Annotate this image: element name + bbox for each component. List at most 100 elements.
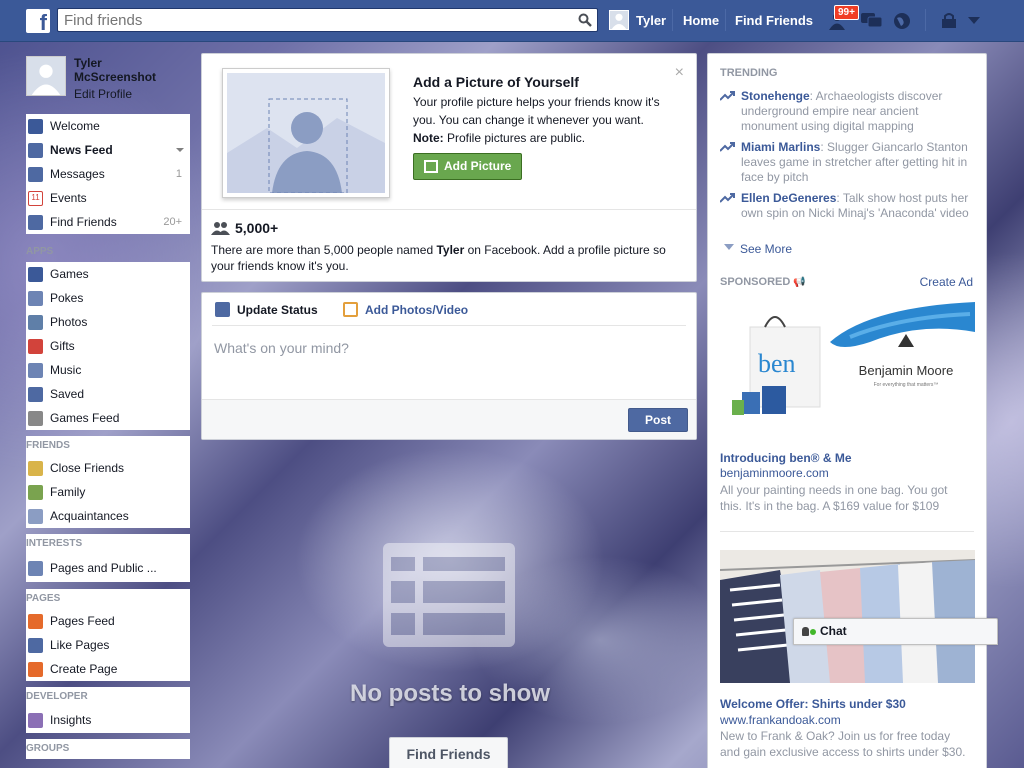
gamepad-icon [28, 411, 43, 426]
bookmark-icon [28, 387, 43, 402]
sidebar-item-news-feed[interactable]: News Feed [26, 138, 190, 162]
ad-description: New to Frank & Oak? Join us for free tod… [720, 729, 966, 759]
thumbs-up-icon [28, 638, 43, 653]
tab-label: Update Status [237, 303, 318, 317]
profile-name[interactable]: Tyler McScreenshot [74, 56, 184, 84]
sidebar-item-welcome[interactable]: Welcome [26, 114, 190, 138]
ad-image-shirts[interactable] [720, 550, 975, 683]
sidebar-developer: Insights [26, 707, 190, 733]
sidebar-item-label: Games [50, 267, 89, 281]
sidebar-item-events[interactable]: 11 Events [26, 186, 190, 210]
trending-header: TRENDING [720, 67, 778, 79]
silhouette-image [227, 73, 385, 193]
megaphone-icon: 📢 [793, 277, 806, 288]
search-bar[interactable] [57, 8, 598, 32]
home-link[interactable]: Home [683, 13, 719, 28]
divider [202, 209, 696, 210]
trend-topic[interactable]: Stonehenge [741, 89, 810, 103]
ad-url[interactable]: www.frankandoak.com [720, 713, 841, 727]
profile-picture[interactable] [26, 56, 66, 96]
sidebar-apps: Games Pokes Photos Gifts Music Saved Gam… [26, 262, 190, 430]
sidebar-section-apps: APPS [26, 246, 54, 257]
sidebar-item-acquaintances[interactable]: Acquaintances [26, 504, 190, 528]
card-title: Add a Picture of Yourself [413, 74, 579, 90]
pencil-icon [215, 302, 230, 317]
edit-profile-link[interactable]: Edit Profile [74, 87, 132, 101]
nav-divider [925, 9, 926, 31]
see-more-link[interactable]: See More [740, 242, 792, 256]
sidebar-item-games-feed[interactable]: Games Feed [26, 406, 190, 430]
ad-title[interactable]: Welcome Offer: Shirts under $30 [720, 697, 906, 711]
sidebar-item-photos[interactable]: Photos [26, 310, 190, 334]
post-button[interactable]: Post [628, 408, 688, 432]
music-icon [28, 363, 43, 378]
tab-update-status[interactable]: Update Status [215, 302, 318, 317]
ad-description: All your painting needs in one bag. You … [720, 483, 948, 513]
sidebar-item-insights[interactable]: Insights [26, 707, 190, 733]
add-picture-button[interactable]: Add Picture [413, 153, 522, 180]
chat-tab[interactable]: Chat [793, 618, 998, 645]
messages-icon[interactable] [860, 11, 884, 31]
sidebar-item-label: Insights [50, 713, 92, 727]
user-avatar[interactable] [609, 10, 629, 30]
ad-title[interactable]: Introducing ben® & Me [720, 451, 852, 465]
trending-item[interactable]: Miami Marlins: Slugger Giancarlo Stanton… [720, 140, 970, 185]
nav-divider [725, 9, 726, 31]
messages-count: 1 [175, 168, 182, 180]
ad-image-benjamin-moore[interactable]: ben Benjamin Moore For everything that m… [720, 302, 975, 426]
status-input[interactable]: What's on your mind? [214, 340, 349, 356]
star-icon [28, 461, 43, 476]
sidebar-item-label: Pages and Public ... [50, 561, 157, 575]
search-input[interactable] [58, 9, 558, 31]
sidebar-item-family[interactable]: Family [26, 480, 190, 504]
person-icon [802, 627, 809, 636]
note-label: Note: [413, 131, 444, 145]
list-icon [28, 509, 43, 524]
sidebar-item-games[interactable]: Games [26, 262, 190, 286]
sidebar-item-label: Close Friends [50, 461, 125, 475]
sidebar-item-music[interactable]: Music [26, 358, 190, 382]
sidebar-item-gifts[interactable]: Gifts [26, 334, 190, 358]
trending-item[interactable]: Stonehenge: Archaeologists discover unde… [720, 89, 970, 134]
sidebar-item-close-friends[interactable]: Close Friends [26, 456, 190, 480]
search-icon[interactable] [578, 13, 592, 27]
sidebar-section-friends: FRIENDS [26, 436, 190, 456]
sidebar-item-pages-feed[interactable]: Pages Feed [26, 609, 190, 633]
profile-picture-placeholder[interactable] [222, 68, 390, 198]
chevron-down-icon[interactable] [968, 17, 980, 25]
trend-topic[interactable]: Miami Marlins [741, 140, 820, 154]
chevron-down-icon[interactable] [176, 148, 184, 153]
sidebar-item-find-friends[interactable]: Find Friends 20+ [26, 210, 190, 234]
divider [720, 531, 974, 532]
notifications-globe-icon[interactable] [892, 11, 912, 31]
nav-divider [672, 9, 673, 31]
sidebar-item-create-page[interactable]: Create Page [26, 657, 190, 681]
close-icon[interactable]: × [675, 64, 684, 82]
sidebar-item-messages[interactable]: Messages 1 [26, 162, 190, 186]
sidebar-item-like-pages[interactable]: Like Pages [26, 633, 190, 657]
sidebar-item-pages-public[interactable]: Pages and Public ... [26, 554, 190, 582]
sidebar-item-label: Saved [50, 387, 85, 401]
top-navigation-bar: f Tyler Home Find Friends 99+ [0, 0, 1024, 42]
sponsored-label: SPONSORED [720, 276, 791, 288]
people-description: There are more than 5,000 people named T… [211, 242, 681, 274]
sidebar-item-pokes[interactable]: Pokes [26, 286, 190, 310]
sidebar-item-label: Acquaintances [50, 509, 129, 523]
trending-item[interactable]: Ellen DeGeneres: Talk show host puts her… [720, 191, 970, 221]
create-ad-link[interactable]: Create Ad [920, 275, 973, 289]
ad-url[interactable]: benjaminmoore.com [720, 466, 829, 480]
sidebar-section-groups: GROUPS [26, 739, 190, 759]
chart-icon [28, 713, 43, 728]
sidebar-item-saved[interactable]: Saved [26, 382, 190, 406]
facebook-logo[interactable]: f [26, 9, 50, 33]
find-friends-button[interactable]: Find Friends [389, 737, 508, 768]
plus-icon [28, 662, 43, 677]
find-friends-link[interactable]: Find Friends [735, 13, 813, 28]
sidebar-section-interests: INTERESTS [26, 534, 190, 554]
sidebar-item-label: Messages [50, 167, 105, 181]
privacy-lock-icon[interactable] [940, 11, 958, 29]
trend-topic[interactable]: Ellen DeGeneres [741, 191, 836, 205]
profile-link[interactable]: Tyler [636, 13, 666, 28]
tab-add-photos[interactable]: Add Photos/Video [343, 302, 468, 317]
sidebar-item-label: News Feed [50, 143, 113, 157]
